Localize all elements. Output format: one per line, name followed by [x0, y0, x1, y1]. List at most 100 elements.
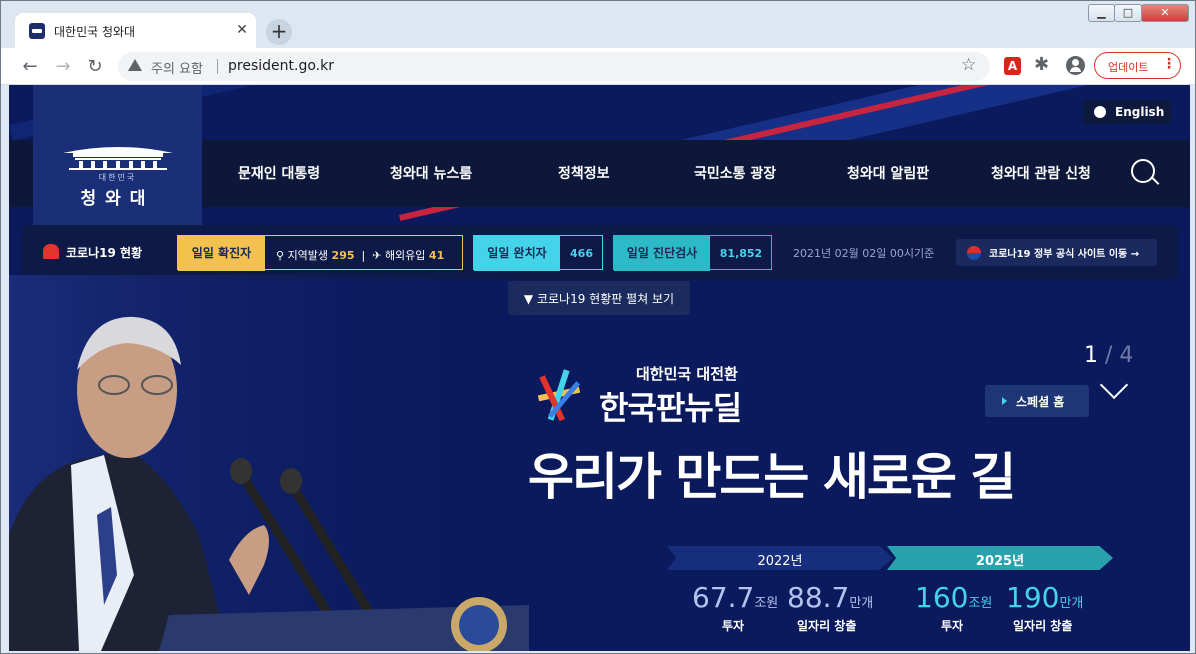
- year-2025-label: 2025년: [975, 554, 1025, 569]
- new-deal-mark-icon: [537, 369, 581, 422]
- nav-item-president[interactable]: 문재인 대통령: [238, 163, 320, 183]
- covid-label: 코로나19 현황: [66, 246, 143, 260]
- overseas-label: 해외유입: [384, 249, 426, 262]
- daily-recovered-box: 일일 완치자 466: [473, 235, 603, 271]
- english-label: English: [1115, 105, 1165, 119]
- daily-tests-value: 81,852: [719, 247, 763, 260]
- hero-headline: 우리가 만드는 새로운 길: [528, 448, 1016, 506]
- year-2025-banner: 2025년: [887, 546, 1113, 570]
- pager-total: / 4: [1098, 343, 1133, 368]
- detail-divider: |: [358, 249, 369, 262]
- nav-item-newsroom[interactable]: 청와대 뉴스룸: [390, 163, 472, 183]
- confirmed-detail: ⚲ 지역발생 295 | ✈ 해외유입 41: [276, 247, 444, 263]
- daily-tests-box: 일일 진단검사 81,852: [613, 235, 772, 271]
- tab-title: 대한민국 청와대: [54, 25, 136, 39]
- daily-recovered-label: 일일 완치자: [474, 236, 560, 271]
- covid-expand-text: 코로나19 현황판 펼쳐 보기: [536, 292, 675, 306]
- browser-window: 대한민국 청와대 ✕ + ▁ □ ✕ ← → ↻ 주의 요함 president…: [0, 0, 1196, 654]
- stat-unit: 조원: [754, 596, 779, 611]
- local-value: 295: [331, 249, 355, 262]
- url-divider: [217, 59, 218, 74]
- slide-pager: 1 / 4: [1084, 343, 1133, 368]
- logo-subtitle: 대한민국: [98, 173, 137, 182]
- nav-item-communication[interactable]: 국민소통 광장: [694, 163, 776, 183]
- daily-recovered-value: 466: [570, 247, 593, 260]
- daily-tests-label: 일일 진단검사: [614, 236, 710, 271]
- pager-separator: /: [1098, 343, 1120, 368]
- stat-2022-investment: 67.7조원: [692, 581, 778, 614]
- daily-confirmed-label: 일일 확진자: [178, 236, 265, 271]
- stat-number: 88.7: [787, 581, 850, 614]
- new-tab-button[interactable]: +: [266, 19, 292, 45]
- profile-avatar-icon[interactable]: [1066, 56, 1085, 75]
- url-text[interactable]: president.go.kr: [228, 58, 334, 74]
- window-close-button[interactable]: ✕: [1141, 4, 1189, 22]
- play-icon: [1002, 397, 1007, 405]
- stat-unit: 만개: [1059, 596, 1084, 611]
- pin-icon: ⚲: [276, 249, 285, 262]
- stat-caption: 투자: [941, 619, 964, 633]
- bookmark-star-icon[interactable]: ☆: [961, 55, 976, 75]
- pager-current: 1: [1084, 343, 1098, 368]
- site-logo[interactable]: 대한민국 청와대: [33, 85, 202, 226]
- nav-item-tour[interactable]: 청와대 관람 신청: [991, 163, 1091, 183]
- covid-expand-toggle[interactable]: ▼ 코로나19 현황판 펼쳐 보기: [508, 281, 690, 315]
- tab-strip: 대한민국 청와대 ✕ + ▁ □ ✕: [1, 1, 1195, 49]
- special-home-label: 스페셜 홈: [1016, 395, 1065, 409]
- siren-icon: [43, 244, 59, 259]
- new-deal-subtitle: 대한민국 대전환: [636, 365, 738, 383]
- covid-date: 2021년 02월 02일 00시기준: [793, 247, 935, 260]
- special-home-button[interactable]: 스페셜 홈: [985, 385, 1089, 417]
- covid-status-bar: 코로나19 현황 일일 확진자 ⚲ 지역발생 295 | ✈ 해외유입 41 일…: [21, 225, 1178, 280]
- stat-number: 190: [1006, 581, 1060, 614]
- reload-icon[interactable]: ↻: [82, 54, 108, 80]
- site-favicon-icon: [29, 23, 45, 39]
- plane-icon: ✈: [372, 249, 382, 262]
- new-deal-title: 한국판뉴딜: [599, 389, 742, 427]
- stat-caption: 일자리 창출: [797, 619, 857, 633]
- covid-expand-label: ▼ 코로나19 현황판 펼쳐 보기: [523, 292, 675, 306]
- stat-2022-jobs: 88.7만개: [787, 581, 873, 614]
- blue-house-roof-icon: [63, 147, 173, 170]
- logo-title: 청와대: [80, 189, 155, 209]
- year-2022-label: 2022년: [757, 554, 803, 569]
- menu-dots-icon[interactable]: ⋮: [1162, 56, 1176, 72]
- overseas-value: 41: [428, 249, 445, 262]
- forward-arrow-icon[interactable]: →: [50, 54, 76, 80]
- pdf-extension-icon[interactable]: A: [1004, 57, 1021, 75]
- maximize-button[interactable]: □: [1114, 4, 1142, 22]
- nav-item-notice-board[interactable]: 청와대 알림판: [847, 163, 929, 183]
- update-label: 업데이트: [1108, 61, 1149, 74]
- year-2022-banner: 2022년: [667, 546, 893, 570]
- covid-site-label: 코로나19 정부 공식 사이트 이동 →: [989, 249, 1140, 260]
- close-icon[interactable]: ✕: [233, 21, 251, 39]
- stat-caption: 투자: [722, 619, 745, 633]
- president-speaking-photo: [9, 275, 529, 651]
- update-button[interactable]: 업데이트 ⋮: [1094, 52, 1181, 79]
- stat-number: 160: [915, 581, 969, 614]
- security-warning[interactable]: 주의 요함: [151, 58, 203, 77]
- stat-unit: 조원: [968, 596, 993, 611]
- minimize-button[interactable]: ▁: [1088, 4, 1115, 22]
- stat-unit: 만개: [849, 596, 874, 611]
- daily-confirmed-box: 일일 확진자 ⚲ 지역발생 295 | ✈ 해외유입 41: [177, 235, 463, 271]
- back-arrow-icon[interactable]: ←: [17, 54, 43, 80]
- stat-2025-investment: 160조원: [915, 581, 992, 614]
- stat-caption: 일자리 창출: [1013, 619, 1073, 633]
- extensions-puzzle-icon[interactable]: ✱: [1034, 54, 1049, 75]
- chevron-down-icon[interactable]: [1099, 370, 1129, 400]
- search-icon[interactable]: [1131, 159, 1155, 183]
- english-button[interactable]: English: [1083, 100, 1171, 124]
- stat-number: 67.7: [692, 581, 755, 614]
- web-page: 대한민국 청와대 문재인 대통령 청와대 뉴스룸 정책정보 국민소통 광장 청와…: [9, 85, 1190, 651]
- nav-item-policy[interactable]: 정책정보: [558, 163, 610, 183]
- pager-total-value: 4: [1119, 343, 1134, 368]
- covid-site-link[interactable]: 코로나19 정부 공식 사이트 이동 →: [956, 239, 1157, 266]
- stat-2025-jobs: 190만개: [1006, 581, 1083, 614]
- warning-icon[interactable]: [128, 59, 142, 71]
- local-label: 지역발생: [287, 249, 329, 262]
- browser-tab[interactable]: 대한민국 청와대 ✕: [15, 13, 256, 49]
- address-bar[interactable]: 주의 요함 president.go.kr ☆: [118, 52, 990, 81]
- taeguk-icon: [967, 246, 981, 260]
- globe-icon: [1094, 106, 1106, 118]
